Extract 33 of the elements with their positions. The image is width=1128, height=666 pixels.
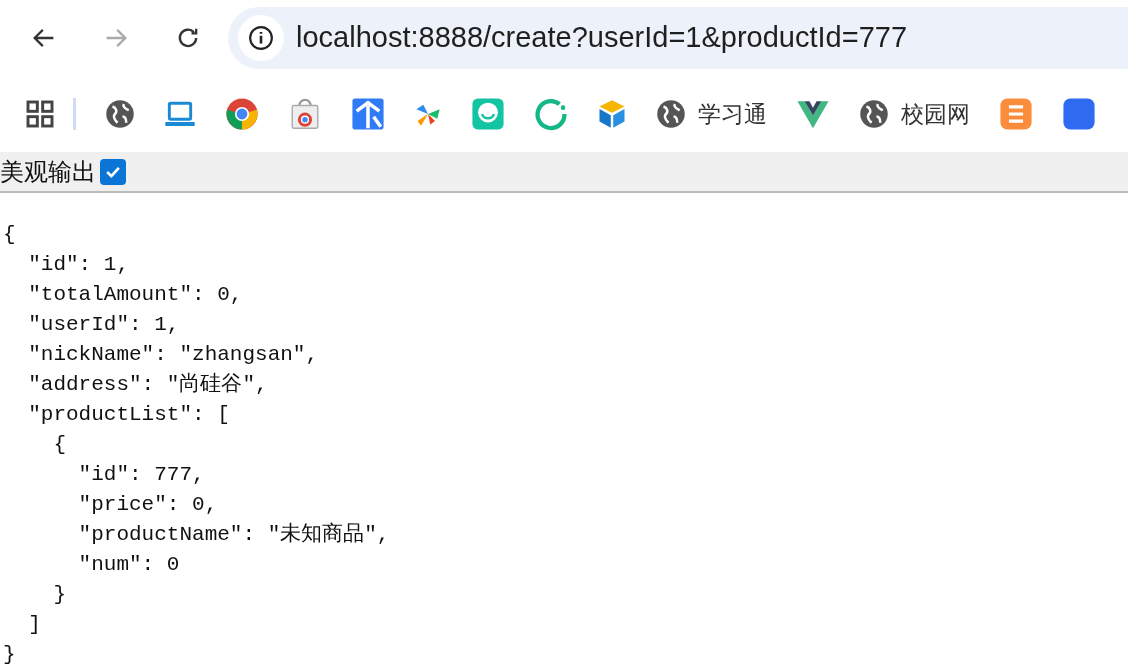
code-line: "price": 0, [77, 492, 218, 518]
cube-icon[interactable] [597, 99, 627, 129]
code-line: "id": 1, [27, 252, 130, 278]
address-bar[interactable]: localhost:8888/create?userId=1&productId=777 [228, 7, 1128, 69]
globe-icon [656, 99, 686, 129]
bookmark-label[interactable]: 学习通 [698, 96, 767, 132]
bookmark-label[interactable]: 校园网 [901, 96, 970, 132]
code-line: "productName": "未知商品", [77, 521, 390, 548]
code-line: { [52, 432, 66, 458]
globe-icon[interactable] [105, 99, 135, 129]
site-info-icon[interactable] [238, 15, 284, 61]
pretty-print-checkbox[interactable] [100, 158, 126, 185]
code-line: } [52, 582, 66, 608]
code-line: ] [27, 612, 41, 638]
code-line: "address": "尚硅谷", [27, 371, 268, 398]
partial-tile-icon[interactable] [1062, 97, 1096, 131]
list-tile-icon[interactable] [999, 97, 1033, 131]
code-line: { [3, 222, 16, 248]
apps-grid-icon[interactable] [24, 98, 56, 130]
ring-icon[interactable] [534, 97, 568, 131]
code-line: "num": 0 [77, 552, 180, 578]
code-line: "id": 777, [77, 462, 205, 488]
app-tile-icon[interactable] [351, 97, 385, 131]
code-line: "totalAmount": 0, [27, 282, 243, 308]
code-line: "nickName": "zhangsan", [27, 342, 319, 368]
browser-logo-icon[interactable] [225, 97, 259, 131]
url-text: localhost:8888/create?userId=1&productId=777 [296, 20, 908, 56]
code-line: "userId": 1, [27, 312, 180, 338]
code-line: "productList": [ [27, 402, 230, 428]
pretty-print-label: 美观输出 [0, 156, 96, 187]
code-line: } [3, 642, 16, 666]
smiley-tile-icon[interactable] [471, 97, 505, 131]
globe-icon [859, 99, 889, 129]
